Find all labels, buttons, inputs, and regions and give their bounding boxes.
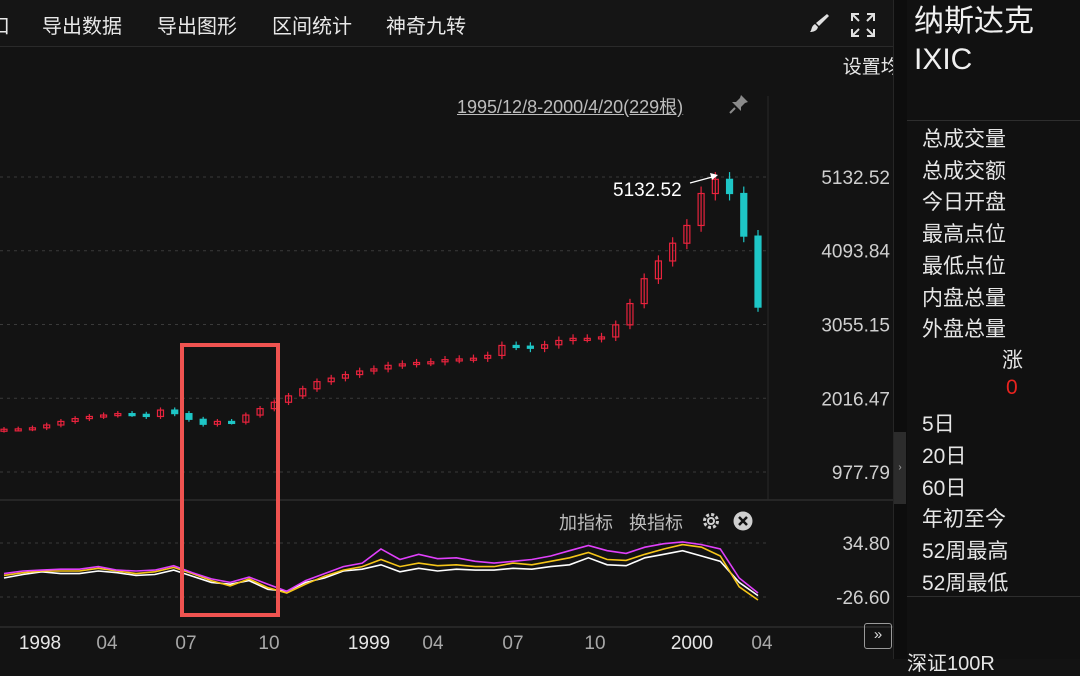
toolbar: 口 导出数据 导出图形 区间统计 神奇九转 [0, 0, 893, 47]
candlestick-series [0, 172, 762, 433]
time-tick-label: 10 [584, 633, 605, 654]
time-tick-label: 1998 [19, 633, 61, 654]
indicator-tick-label: 34.80 [842, 534, 890, 555]
period-label: 5日 [922, 413, 955, 436]
price-tick-label: 3055.15 [821, 316, 890, 337]
period-label: 52周最低 [922, 572, 1009, 595]
price-tick-label: 2016.47 [821, 389, 890, 410]
divider [907, 596, 1080, 597]
range-stats-button[interactable]: 区间统计 [272, 10, 352, 39]
candle-body [526, 345, 534, 349]
candle-body [128, 413, 136, 417]
footer-index-name[interactable]: 深证100R [907, 647, 995, 676]
stat-label: 最高点位 [922, 223, 1006, 247]
stat-label: 内盘总量 [922, 286, 1006, 310]
time-tick-label: 04 [422, 633, 444, 654]
indicator-line [3, 549, 759, 597]
chart-overlay: 5132.52 [180, 173, 718, 617]
period-label: 60日 [922, 476, 967, 500]
switch-indicator-button[interactable]: 换指标 [629, 509, 683, 535]
stat-label: 总成交额 [922, 159, 1006, 183]
time-axis: 1998 04 07 10 1999 04 07 10 2000 04 [19, 633, 773, 654]
time-tick-label: 1999 [348, 633, 390, 654]
time-tick-label: 07 [502, 633, 523, 654]
candle-body [512, 344, 520, 349]
stat-label: 最低点位 [922, 254, 1006, 278]
candle-body [228, 420, 236, 425]
period-label: 20日 [922, 444, 967, 468]
candle-body [754, 235, 762, 308]
add-indicator-button[interactable]: 加指标 [559, 509, 613, 535]
candle-body [171, 409, 179, 415]
export-graph-button[interactable]: 导出图形 [157, 10, 237, 39]
candle-body [185, 413, 193, 420]
toolbar-partial-item[interactable]: 口 [0, 10, 10, 39]
candle-body [725, 178, 734, 195]
stat-label: 总成交量 [922, 128, 1006, 151]
indicator-lines [3, 541, 759, 601]
indicator-line [3, 541, 759, 594]
fullscreen-icon[interactable] [850, 12, 876, 43]
indicator-tick-label: -26.60 [836, 588, 890, 609]
period-label: 52周最高 [922, 540, 1009, 564]
period-label: 年初至今 [922, 508, 1006, 532]
change-label: 涨 [1002, 349, 1023, 372]
candlestick-chart[interactable]: 5132.52 4093.84 3055.15 2016.47 977.79 34.80… [0, 47, 893, 659]
gear-icon[interactable] [701, 511, 721, 536]
time-tick-label: 10 [258, 633, 279, 654]
candle-body [142, 413, 150, 418]
candle-body [199, 418, 207, 425]
price-tick-label: 977.79 [832, 463, 890, 484]
export-data-button[interactable]: 导出数据 [42, 10, 122, 39]
price-tick-label: 4093.84 [821, 242, 890, 263]
panel-divider [893, 0, 908, 659]
magic-nine-button[interactable]: 神奇九转 [386, 10, 466, 39]
index-name: 纳斯达克 [914, 5, 1034, 38]
scroll-right-button[interactable]: » [864, 623, 892, 649]
stat-label: 今日开盘 [922, 191, 1006, 215]
time-tick-label: 04 [751, 633, 773, 654]
close-icon[interactable] [733, 511, 753, 536]
index-code: IXIC [914, 43, 973, 76]
time-tick-label: 04 [96, 633, 118, 654]
date-range-label[interactable]: 1995/12/8-2000/4/20(229根) [457, 93, 683, 119]
brush-icon[interactable] [808, 12, 830, 39]
price-tick-label: 5132.52 [821, 168, 890, 189]
stat-label: 外盘总量 [922, 318, 1006, 342]
pin-icon[interactable] [728, 93, 750, 120]
price-axis: 5132.52 4093.84 3055.15 2016.47 977.79 [821, 168, 890, 484]
time-tick-label: 07 [175, 633, 196, 654]
indicator-axis: 34.80 -26.60 [836, 534, 890, 609]
change-value: 0 [1006, 376, 1018, 399]
candle-body [740, 192, 748, 237]
quote-panel: 纳斯达克 IXIC 总成交量总成交额今日开盘最高点位最低点位内盘总量外盘总量 涨… [907, 0, 1080, 675]
time-tick-label: 2000 [671, 633, 713, 654]
divider [907, 120, 1080, 121]
collapse-handle[interactable]: › [894, 432, 906, 504]
peak-label: 5132.52 [613, 180, 682, 201]
